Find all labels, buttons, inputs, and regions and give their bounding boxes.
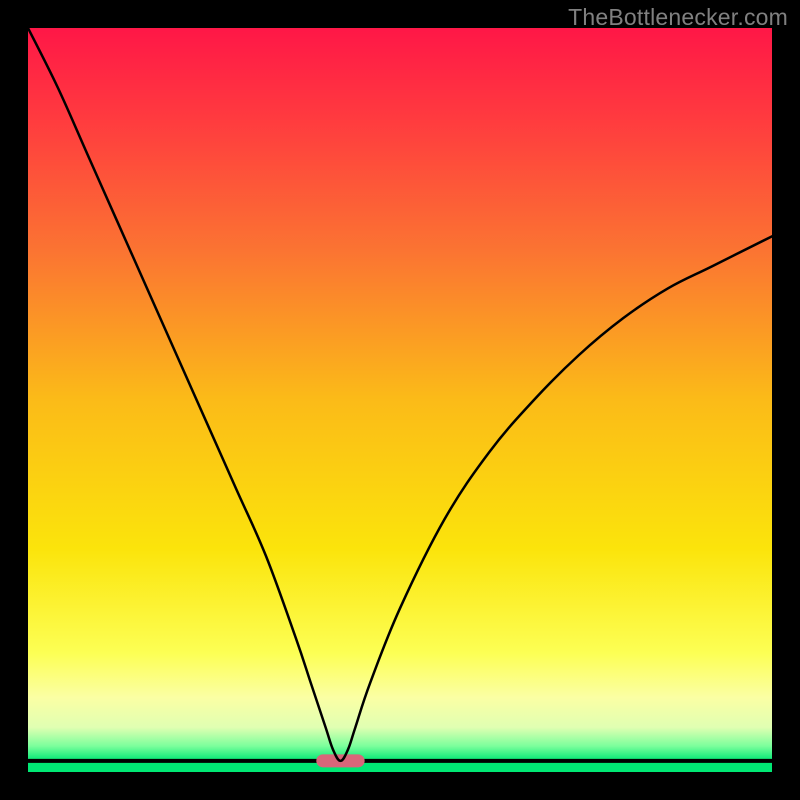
chart-plot-area xyxy=(28,28,772,772)
bottleneck-chart xyxy=(28,28,772,772)
chart-outer-frame: TheBottlenecker.com xyxy=(0,0,800,800)
chart-background xyxy=(28,28,772,772)
watermark-text: TheBottlenecker.com xyxy=(568,4,788,31)
